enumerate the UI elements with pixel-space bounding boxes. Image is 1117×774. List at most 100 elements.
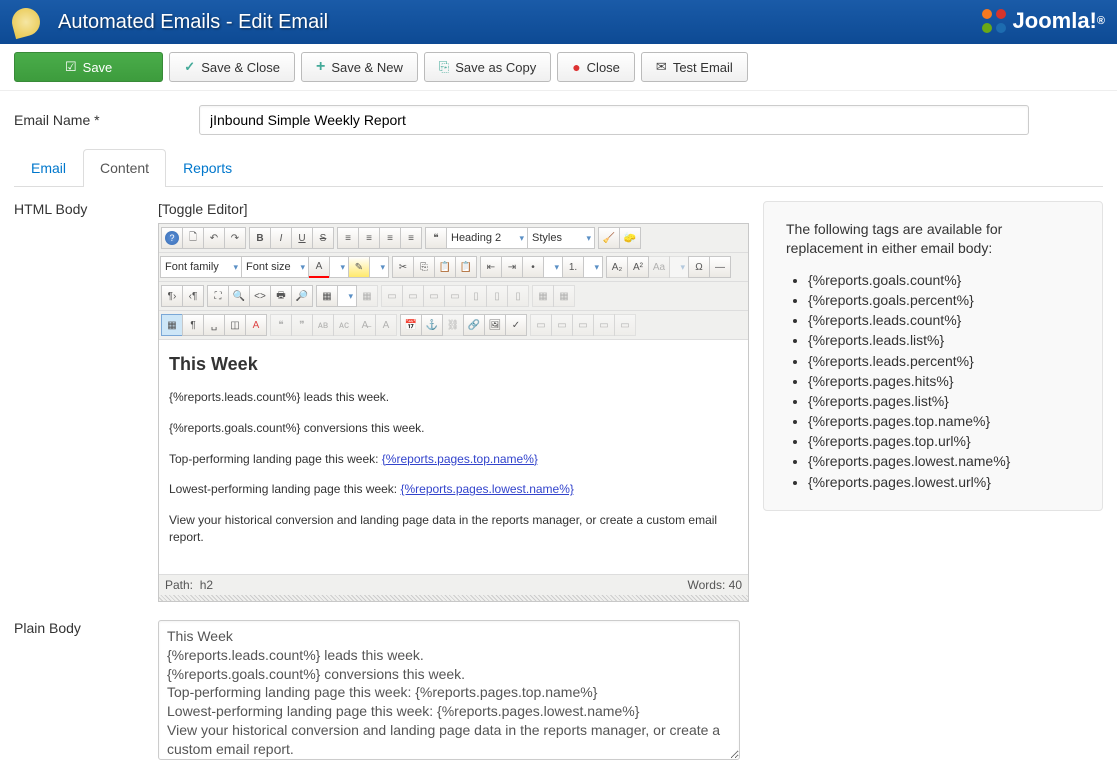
bold-icon[interactable]: B <box>249 227 271 249</box>
layer-move-icon[interactable]: ▭ <box>614 314 636 336</box>
col-before-icon[interactable]: ▯ <box>465 285 487 307</box>
remove-format-icon[interactable]: 🧹 <box>598 227 620 249</box>
find-replace-icon[interactable]: 🔎 <box>291 285 313 307</box>
layer-forward-icon[interactable]: ▭ <box>551 314 573 336</box>
ltr-icon[interactable]: ¶› <box>161 285 183 307</box>
unlink-icon[interactable]: ⛓ <box>442 314 464 336</box>
close-button[interactable]: Close <box>557 52 635 82</box>
new-document-icon[interactable]: 🗋 <box>182 227 204 249</box>
row-before-icon[interactable]: ▭ <box>381 285 403 307</box>
layer-icon[interactable]: ▭ <box>530 314 552 336</box>
top-page-link[interactable]: {%reports.pages.top.name%} <box>382 452 538 466</box>
ordered-list-icon[interactable]: 1. <box>562 256 584 278</box>
insert-format-icon[interactable]: A <box>375 314 397 336</box>
ol-menu[interactable] <box>583 256 603 278</box>
hr-icon[interactable]: — <box>709 256 731 278</box>
charmap-icon[interactable]: Ω <box>688 256 710 278</box>
abbr-icon[interactable]: ᴀʙ <box>312 314 334 336</box>
paste-icon[interactable]: 📋 <box>434 256 456 278</box>
redo-icon[interactable]: ↷ <box>224 227 246 249</box>
toggle-editor-link[interactable]: [Toggle Editor] <box>158 201 749 217</box>
preview-icon[interactable]: 🔍 <box>228 285 250 307</box>
font-family-select[interactable]: Font family <box>160 256 242 278</box>
tag-item: {%reports.goals.count%} <box>808 270 1080 290</box>
tab-content[interactable]: Content <box>83 149 166 187</box>
plain-body-textarea[interactable] <box>158 620 740 760</box>
merge-cells-icon[interactable]: ▦ <box>532 285 554 307</box>
label-column: HTML Body <box>14 201 144 602</box>
heading-select[interactable]: Heading 2 <box>446 227 528 249</box>
link-icon[interactable]: 🔗 <box>463 314 485 336</box>
row-delete-icon[interactable]: ▭ <box>423 285 445 307</box>
show-blocks-icon[interactable]: ▦ <box>161 314 183 336</box>
tag-item: {%reports.pages.list%} <box>808 391 1080 411</box>
table-icon[interactable]: ▦ <box>316 285 338 307</box>
paste-text-icon[interactable]: 📋 <box>455 256 477 278</box>
test-email-button[interactable]: Test Email <box>641 52 748 82</box>
fullscreen-icon[interactable]: ⛶ <box>207 285 229 307</box>
lowest-page-link[interactable]: {%reports.pages.lowest.name%} <box>400 482 573 496</box>
save-close-button[interactable]: Save & Close <box>169 52 295 82</box>
text-color-menu[interactable] <box>329 256 349 278</box>
align-center-icon[interactable]: ≡ <box>358 227 380 249</box>
print-icon[interactable]: 🖶 <box>270 285 292 307</box>
text-color-icon[interactable]: A <box>308 256 330 278</box>
split-cells-icon[interactable]: ▦ <box>553 285 575 307</box>
font-size-select[interactable]: Font size <box>241 256 309 278</box>
delete-table-icon[interactable]: ▦ <box>356 285 378 307</box>
style-icon[interactable]: A <box>245 314 267 336</box>
show-invisible-icon[interactable]: ¶ <box>182 314 204 336</box>
quote-close-icon[interactable]: ❞ <box>291 314 313 336</box>
col-delete-icon[interactable]: ▯ <box>507 285 529 307</box>
case-icon[interactable]: Aa <box>648 256 670 278</box>
styles-select[interactable]: Styles <box>527 227 595 249</box>
blockquote-icon[interactable]: ❝ <box>425 227 447 249</box>
highlight-icon[interactable]: ✎ <box>348 256 370 278</box>
save-copy-button[interactable]: Save as Copy <box>424 52 551 82</box>
anchor-icon[interactable]: ⚓ <box>421 314 443 336</box>
table-menu[interactable] <box>337 285 357 307</box>
acronym-icon[interactable]: ᴀᴄ <box>333 314 355 336</box>
italic-icon[interactable]: I <box>270 227 292 249</box>
image-icon[interactable]: 🖼 <box>484 314 506 336</box>
layer-abs-icon[interactable]: ▭ <box>593 314 615 336</box>
help-icon[interactable]: ? <box>161 227 183 249</box>
email-name-input[interactable] <box>199 105 1029 135</box>
save-button[interactable]: Save <box>14 52 163 82</box>
strikethrough-icon[interactable]: S <box>312 227 334 249</box>
ul-menu[interactable] <box>543 256 563 278</box>
col-after-icon[interactable]: ▯ <box>486 285 508 307</box>
save-new-button[interactable]: Save & New <box>301 52 418 82</box>
clean-icon[interactable]: 🧽 <box>619 227 641 249</box>
date-icon[interactable]: 📅 <box>400 314 422 336</box>
delete-format-icon[interactable]: A̶ <box>354 314 376 336</box>
align-justify-icon[interactable]: ≡ <box>400 227 422 249</box>
subscript-icon[interactable]: A₂ <box>606 256 628 278</box>
cut-icon[interactable]: ✂ <box>392 256 414 278</box>
row-after-icon[interactable]: ▭ <box>402 285 424 307</box>
tab-email[interactable]: Email <box>14 149 83 186</box>
layer-back-icon[interactable]: ▭ <box>572 314 594 336</box>
tab-reports[interactable]: Reports <box>166 149 249 186</box>
indent-icon[interactable]: ⇥ <box>501 256 523 278</box>
rich-text-editor: ? 🗋 ↶ ↷ B I U S ≡ ≡ ≡ ≡ ❝ <box>158 223 749 602</box>
editor-content-area[interactable]: This Week {%reports.leads.count%} leads … <box>159 340 748 574</box>
unordered-list-icon[interactable]: • <box>522 256 544 278</box>
editor-resize-handle[interactable] <box>159 595 748 601</box>
rtl-icon[interactable]: ‹¶ <box>182 285 204 307</box>
source-icon[interactable]: <> <box>249 285 271 307</box>
nbsp-icon[interactable]: ␣ <box>203 314 225 336</box>
underline-icon[interactable]: U <box>291 227 313 249</box>
case-menu[interactable] <box>669 256 689 278</box>
outdent-icon[interactable]: ⇤ <box>480 256 502 278</box>
align-left-icon[interactable]: ≡ <box>337 227 359 249</box>
quote-open-icon[interactable]: ❝ <box>270 314 292 336</box>
spellcheck-icon[interactable]: ✓ <box>505 314 527 336</box>
row-props-icon[interactable]: ▭ <box>444 285 466 307</box>
visual-chars-icon[interactable]: ◫ <box>224 314 246 336</box>
align-right-icon[interactable]: ≡ <box>379 227 401 249</box>
highlight-menu[interactable] <box>369 256 389 278</box>
undo-icon[interactable]: ↶ <box>203 227 225 249</box>
superscript-icon[interactable]: A² <box>627 256 649 278</box>
copy-icon[interactable]: ⎘ <box>413 256 435 278</box>
